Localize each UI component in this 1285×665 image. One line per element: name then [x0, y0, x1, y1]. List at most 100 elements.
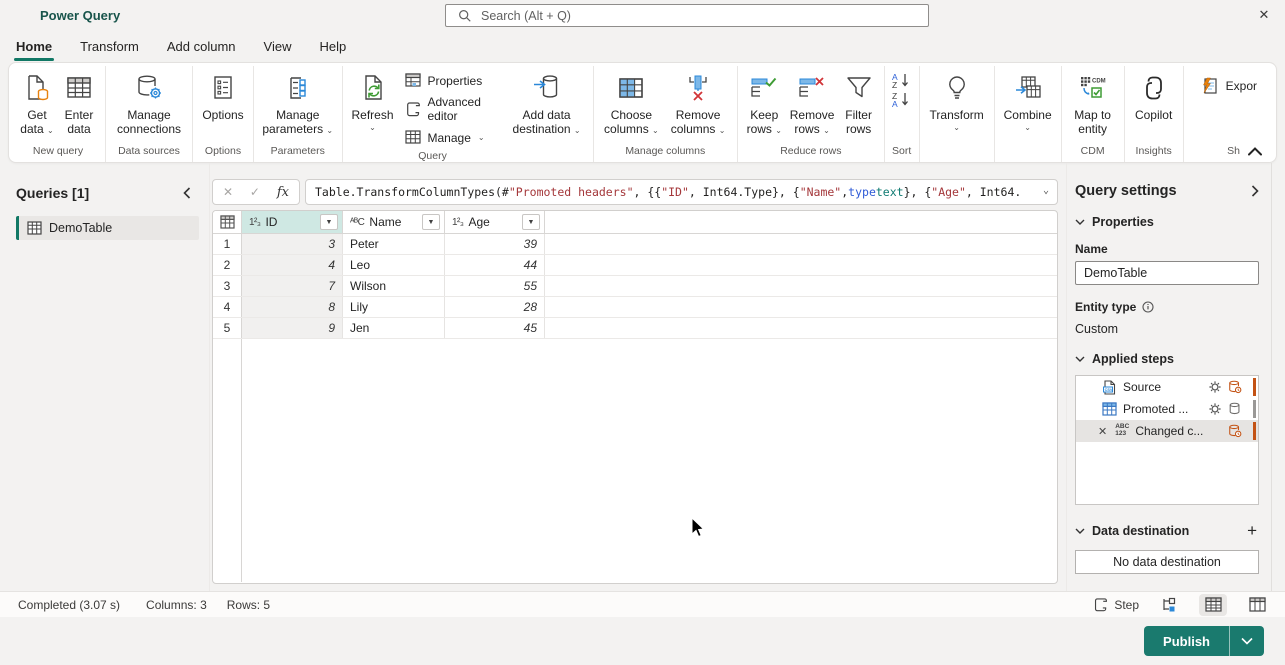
editor-area: ✕ ✓ fx Table.TransformColumnTypes(# "Prom… [210, 163, 1066, 591]
remove-columns-button[interactable]: Remove columns ⌄ [664, 66, 732, 137]
queries-pane-title: Queries [1] [16, 185, 90, 201]
add-destination-icon[interactable]: + [1247, 521, 1259, 541]
keep-rows-button[interactable]: Keep rows ⌄ [743, 66, 786, 137]
title-bar: Power Query Search (Alt + Q) ✕ [0, 0, 1285, 30]
filter-rows-icon [845, 70, 873, 106]
cancel-formula-icon[interactable]: ✕ [223, 185, 233, 199]
options-icon [210, 70, 236, 106]
step-settings-gear-icon[interactable] [1208, 380, 1222, 394]
sort-descending-button[interactable]: ZA [890, 91, 914, 107]
close-icon[interactable]: ✕ [1247, 0, 1281, 30]
sort-ascending-button[interactable]: AZ [890, 72, 914, 88]
properties-icon [404, 73, 421, 88]
step-source[interactable]: CSV Source [1076, 376, 1258, 398]
step-destination-icon[interactable] [1228, 424, 1242, 438]
chevron-down-icon: ⌄ [652, 126, 659, 136]
formula-input[interactable]: Table.TransformColumnTypes(# "Promoted he… [305, 179, 1058, 205]
table-row[interactable]: 1 3 Peter 39 [213, 234, 1057, 255]
data-destination-section-header[interactable]: Data destination [1075, 524, 1189, 538]
svg-text:CDM: CDM [1092, 79, 1106, 85]
step-status-flag [1253, 422, 1256, 440]
step-destination-icon[interactable] [1228, 380, 1242, 394]
info-icon[interactable] [1142, 301, 1154, 313]
copilot-button[interactable]: Copilot [1130, 66, 1178, 122]
tab-add-column[interactable]: Add column [153, 30, 250, 62]
manage-parameters-button[interactable]: Manage parameters ⌄ [259, 66, 337, 137]
ribbon: Get data ⌄ Enter data New query Manage c… [8, 62, 1277, 163]
combine-button[interactable]: Combine ⌄ [1000, 66, 1056, 132]
expand-formula-icon[interactable]: ⌄ [1043, 185, 1049, 196]
group-label-cdm: CDM [1080, 145, 1105, 157]
step-settings-gear-icon[interactable] [1208, 402, 1222, 416]
publish-dropdown-icon[interactable] [1230, 626, 1264, 656]
collapse-pane-icon[interactable] [183, 187, 191, 199]
advanced-editor-button[interactable]: Advanced editor [398, 92, 492, 126]
publish-button[interactable]: Publish [1144, 626, 1230, 656]
chevron-down-icon: ⌄ [1024, 123, 1031, 133]
status-bar: Completed (3.07 s) Columns: 3 Rows: 5 St… [0, 591, 1285, 617]
step-destination-icon[interactable] [1228, 402, 1242, 416]
table-row[interactable]: 4 8 Lily 28 [213, 297, 1057, 318]
tab-home[interactable]: Home [2, 30, 66, 62]
ribbon-group-query: Refresh ⌄ Properties Advanced editor Man… [341, 66, 593, 162]
column-header-age[interactable]: 1²₃ Age ▼ [445, 211, 545, 233]
ribbon-group-data-sources: Manage connections Data sources [105, 66, 192, 162]
step-changed-type[interactable]: ✕ ABC 123 Changed c... [1076, 420, 1258, 442]
applied-steps-section-header[interactable]: Applied steps [1075, 352, 1259, 366]
filter-dropdown-icon[interactable]: ▼ [320, 214, 338, 230]
filter-rows-button[interactable]: Filter rows [839, 66, 879, 137]
collapse-settings-icon[interactable] [1251, 185, 1259, 197]
svg-text:Z: Z [892, 80, 897, 88]
search-placeholder: Search (Alt + Q) [481, 8, 571, 23]
get-data-button[interactable]: Get data ⌄ [16, 66, 58, 137]
refresh-button[interactable]: Refresh ⌄ [348, 66, 398, 132]
column-header-name[interactable]: ᴬᴮC Name ▼ [343, 211, 445, 233]
csv-file-icon: CSV [1102, 379, 1117, 395]
export-button[interactable]: Expor [1194, 74, 1264, 98]
add-data-destination-button[interactable]: Add data destination ⌄ [506, 66, 588, 137]
enter-data-icon [65, 70, 93, 106]
map-to-entity-icon: CDM [1078, 70, 1108, 106]
publish-split-button[interactable]: Publish [1144, 626, 1264, 656]
properties-button[interactable]: Properties [398, 70, 492, 91]
entity-type-value: Custom [1075, 322, 1119, 336]
remove-rows-button[interactable]: Remove rows ⌄ [786, 66, 839, 137]
search-icon [458, 9, 472, 23]
collapse-ribbon-icon[interactable] [1248, 146, 1262, 156]
tab-transform[interactable]: Transform [66, 30, 153, 62]
choose-columns-button[interactable]: Choose columns ⌄ [599, 66, 665, 137]
filter-dropdown-icon[interactable]: ▼ [522, 214, 540, 230]
tab-help[interactable]: Help [305, 30, 360, 62]
step-view-button[interactable]: Step [1093, 597, 1139, 612]
transform-button[interactable]: Transform ⌄ [925, 66, 989, 132]
group-label-options: Options [204, 145, 242, 157]
data-preview-grid: 1²₃ ID ▼ ᴬᴮC Name ▼ 1²₃ Age ▼ 1 3 Peter … [212, 210, 1058, 584]
diagram-view-button[interactable] [1155, 594, 1183, 616]
commit-formula-icon[interactable]: ✓ [250, 185, 260, 199]
tab-view[interactable]: View [250, 30, 306, 62]
properties-section-header[interactable]: Properties [1075, 215, 1259, 229]
query-list-item-demotable[interactable]: DemoTable [16, 216, 199, 240]
options-button[interactable]: Options [198, 66, 248, 122]
enter-data-button[interactable]: Enter data [58, 66, 100, 137]
table-row[interactable]: 5 9 Jen 45 [213, 318, 1057, 339]
query-name-input[interactable] [1075, 261, 1259, 285]
ribbon-group-options: Options Options [192, 66, 253, 162]
manage-connections-button[interactable]: Manage connections [111, 66, 187, 137]
table-row[interactable]: 3 7 Wilson 55 [213, 276, 1057, 297]
delete-step-icon[interactable]: ✕ [1098, 425, 1107, 438]
filter-dropdown-icon[interactable]: ▼ [422, 214, 440, 230]
manage-button[interactable]: Manage ⌄ [398, 127, 492, 148]
column-view-button[interactable] [1243, 594, 1271, 616]
chevron-down-icon: ⌄ [47, 126, 54, 136]
select-all-button[interactable] [213, 211, 242, 233]
entity-type-label: Entity type [1075, 300, 1137, 314]
map-to-entity-button[interactable]: CDM Map to entity [1067, 66, 1119, 137]
fx-icon: fx [276, 184, 289, 200]
search-input[interactable]: Search (Alt + Q) [445, 4, 929, 27]
table-row[interactable]: 2 4 Leo 44 [213, 255, 1057, 276]
step-promoted-headers[interactable]: Promoted ... [1076, 398, 1258, 420]
query-settings-title: Query settings [1075, 183, 1177, 199]
column-header-id[interactable]: 1²₃ ID ▼ [242, 211, 343, 233]
table-view-button[interactable] [1199, 593, 1227, 616]
